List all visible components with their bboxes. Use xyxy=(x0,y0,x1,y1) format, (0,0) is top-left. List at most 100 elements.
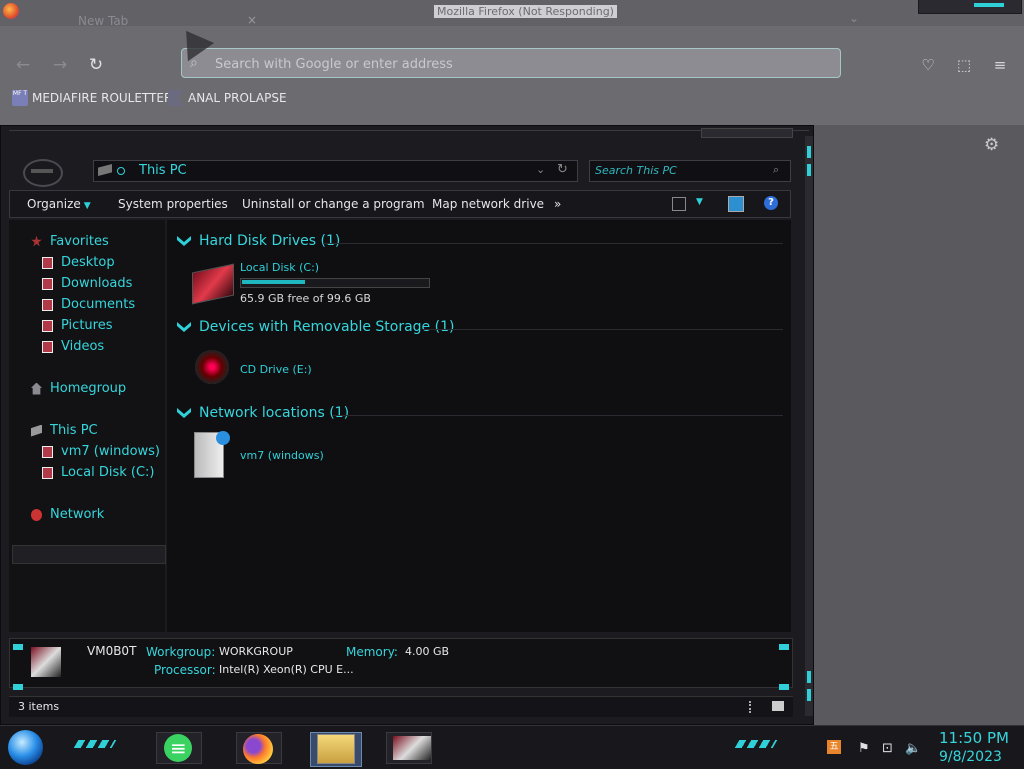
documents-icon xyxy=(42,298,53,311)
change-view-icon[interactable] xyxy=(672,197,686,211)
back-forward-orb-icon[interactable] xyxy=(23,159,63,187)
this-pc-icon xyxy=(31,424,42,437)
nav-documents[interactable]: Documents xyxy=(42,297,135,312)
menu-icon[interactable]: ≡ xyxy=(991,56,1009,74)
ime-icon[interactable]: 五 xyxy=(827,740,841,754)
back-button[interactable]: ← xyxy=(12,54,34,76)
view-options-chevron-icon[interactable]: ▼ xyxy=(696,197,703,207)
clock-date[interactable]: 9/8/2023 xyxy=(939,749,1002,765)
cd-drive-label[interactable]: CD Drive (E:) xyxy=(240,363,312,376)
volume-icon[interactable]: 🔈 xyxy=(905,741,921,756)
bookmark-anal-prolapse[interactable]: ANAL PROLAPSE xyxy=(168,90,287,106)
large-icons-view-icon[interactable] xyxy=(772,701,784,711)
nav-homegroup[interactable]: Homegroup xyxy=(31,381,126,396)
firefox-tab-strip: New Tab × Mozilla Firefox (Not Respondin… xyxy=(0,0,1024,28)
nav-network[interactable]: Network xyxy=(31,507,104,522)
nav-favorites[interactable]: Favorites xyxy=(31,234,109,249)
local-disk-free-space: 65.9 GB free of 99.6 GB xyxy=(240,292,371,305)
processor-value: Intel(R) Xeon(R) CPU E... xyxy=(219,663,354,676)
vm7-share-label[interactable]: vm7 (windows) xyxy=(240,449,324,462)
nav-label: Favorites xyxy=(50,234,109,249)
tab-close-icon[interactable]: × xyxy=(247,13,257,27)
nav-downloads[interactable]: Downloads xyxy=(42,276,132,291)
nav-desktop[interactable]: Desktop xyxy=(42,255,115,270)
reload-button[interactable]: ↻ xyxy=(85,54,107,76)
firefox-logo-icon xyxy=(3,3,19,19)
bookmark-label: MEDIAFIRE ROULETTER xyxy=(32,91,173,105)
group-network-locations[interactable]: Network locations (1) xyxy=(177,405,349,421)
chevron-down-icon: ▼ xyxy=(83,201,91,211)
window-title: Mozilla Firefox (Not Responding) xyxy=(434,5,617,18)
nav-local-disk[interactable]: Local Disk (C:) xyxy=(42,465,154,480)
bookmark-mediafire[interactable]: MF T MEDIAFIRE ROULETTER xyxy=(12,90,172,106)
processor-label: Processor: xyxy=(154,663,216,677)
settings-gear-icon[interactable]: ⚙ xyxy=(984,135,999,155)
group-title: Hard Disk Drives (1) xyxy=(199,233,341,249)
frame-accent xyxy=(807,671,811,683)
disk-capacity-bar xyxy=(240,278,430,288)
frame-accent xyxy=(13,684,23,690)
taskbar: 五 ⚑ ⊡ 🔈 11:50 PM 9/8/2023 xyxy=(0,725,1024,769)
command-bar: Organize ▼ System properties Uninstall or… xyxy=(9,190,791,218)
title-bar[interactable] xyxy=(9,130,809,141)
file-explorer-icon xyxy=(317,734,355,764)
nav-this-pc[interactable]: This PC xyxy=(31,423,98,438)
nav-vm7[interactable]: vm7 (windows) xyxy=(42,444,160,459)
refresh-icon[interactable]: ↻ xyxy=(557,162,568,177)
group-removable-storage[interactable]: Devices with Removable Storage (1) xyxy=(177,319,454,335)
sticky-notes-icon[interactable] xyxy=(164,734,192,762)
computer-app-icon[interactable] xyxy=(393,736,431,760)
organize-button[interactable]: Organize ▼ xyxy=(27,197,91,211)
nav-pictures[interactable]: Pictures xyxy=(42,318,112,333)
memory-label: Memory: xyxy=(346,645,398,659)
preview-pane-icon[interactable] xyxy=(728,196,744,212)
window-controls[interactable] xyxy=(918,0,1022,14)
computer-icon xyxy=(31,647,61,677)
network-icon xyxy=(31,508,42,521)
homegroup-icon xyxy=(31,382,42,395)
star-icon xyxy=(31,235,42,247)
url-input[interactable] xyxy=(212,53,816,75)
address-bar[interactable]: This PC ⌄ ↻ xyxy=(93,160,578,182)
bookmark-icon xyxy=(168,90,184,106)
disk-capacity-fill xyxy=(242,280,305,284)
downloads-icon xyxy=(42,277,53,290)
frame-accent xyxy=(13,644,23,650)
map-network-drive-button[interactable]: Map network drive xyxy=(432,197,544,211)
extensions-icon[interactable]: ⬚ xyxy=(955,56,973,74)
search-input[interactable] xyxy=(590,161,774,181)
nav-videos[interactable]: Videos xyxy=(42,339,104,354)
start-button-icon[interactable] xyxy=(8,730,43,765)
address-dropdown-icon[interactable]: ⌄ xyxy=(536,163,545,176)
system-properties-button[interactable]: System properties xyxy=(118,197,228,211)
clock-time[interactable]: 11:50 PM xyxy=(939,729,1009,747)
action-center-flag-icon[interactable]: ⚑ xyxy=(858,741,870,756)
organize-label: Organize xyxy=(27,197,81,211)
nav-label: Network xyxy=(50,507,105,522)
list-all-tabs-icon[interactable]: ⌄ xyxy=(849,11,859,25)
help-icon[interactable]: ? xyxy=(764,196,778,210)
pocket-icon[interactable]: ♡ xyxy=(919,56,937,74)
details-pane: VM0B0T Workgroup: WORKGROUP Memory: 4.00… xyxy=(9,638,793,688)
group-hard-disk-drives[interactable]: Hard Disk Drives (1) xyxy=(177,233,340,249)
details-view-icon[interactable] xyxy=(749,701,754,713)
group-divider xyxy=(323,243,783,244)
nav-label: This PC xyxy=(50,423,98,438)
search-icon: ⌕ xyxy=(773,163,780,176)
window-control-accent xyxy=(974,3,1004,7)
local-disk-label[interactable]: Local Disk (C:) xyxy=(240,261,319,274)
nav-label: Homegroup xyxy=(50,381,127,396)
tab-new-tab[interactable]: New Tab xyxy=(78,14,128,28)
nav-label: Downloads xyxy=(61,276,133,291)
network-tray-icon[interactable]: ⊡ xyxy=(882,741,893,756)
network-badge-icon xyxy=(216,431,230,445)
status-bar: 3 items xyxy=(9,696,793,717)
search-box[interactable]: Search This PC ⌕ xyxy=(589,160,791,182)
uninstall-program-button[interactable]: Uninstall or change a program xyxy=(242,197,425,211)
forward-button[interactable]: → xyxy=(49,54,71,76)
pictures-icon xyxy=(42,319,53,332)
url-bar[interactable]: ⌕ Search with Google or enter address xyxy=(181,48,841,78)
firefox-taskbar-icon[interactable] xyxy=(243,734,273,764)
more-commands-button[interactable]: » xyxy=(554,197,561,211)
nav-label: Desktop xyxy=(61,255,115,270)
